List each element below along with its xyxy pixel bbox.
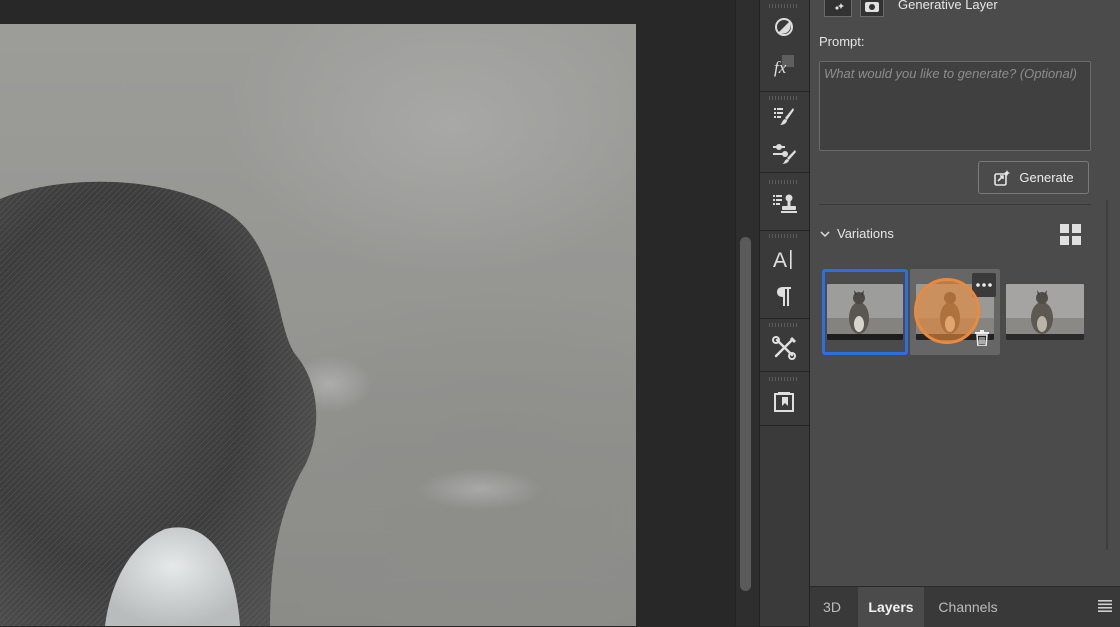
generative-sparkle-icon: [824, 0, 852, 17]
panel-icon-strip: fx A: [759, 0, 810, 626]
character-icon[interactable]: A: [770, 245, 798, 273]
grip-handle[interactable]: [769, 377, 799, 381]
grip-handle[interactable]: [769, 323, 799, 327]
grid-view-icon[interactable]: [1060, 224, 1081, 245]
tab-channels[interactable]: Channels: [926, 587, 1010, 627]
panel-tab-bar: 3D Layers Channels: [810, 586, 1120, 627]
brush-settings-icon[interactable]: [770, 139, 798, 167]
variation-thumbnail-1[interactable]: [822, 269, 908, 355]
clone-source-icon[interactable]: [770, 190, 798, 218]
panel-title: Generative Layer: [898, 0, 998, 12]
animal-photo: [0, 181, 317, 626]
generate-label: Generate: [1019, 170, 1074, 185]
tab-layers[interactable]: Layers: [858, 587, 924, 627]
more-options-icon[interactable]: [972, 273, 996, 297]
tab-3d[interactable]: 3D: [810, 587, 854, 627]
grip-handle[interactable]: [769, 234, 799, 238]
grip-handle[interactable]: [769, 4, 799, 8]
tools-icon[interactable]: [770, 334, 798, 362]
variations-section-toggle[interactable]: Variations: [819, 226, 894, 241]
prompt-field[interactable]: [819, 61, 1091, 151]
pointer-cursor-highlight: [914, 278, 980, 344]
divider: [819, 204, 1091, 205]
adjustment-circle-icon[interactable]: [770, 13, 798, 41]
prompt-label: Prompt:: [819, 34, 865, 49]
fx-styles-icon[interactable]: fx: [770, 51, 798, 79]
properties-icon[interactable]: [770, 388, 798, 416]
grip-handle[interactable]: [769, 96, 799, 100]
generate-icon: [994, 169, 1011, 186]
mask-icon: [860, 0, 884, 17]
variation-thumbnail-2[interactable]: [910, 269, 1000, 355]
generate-button[interactable]: Generate: [978, 161, 1089, 194]
svg-text:A: A: [773, 249, 787, 271]
document-canvas[interactable]: [0, 0, 735, 626]
variation-image: [827, 284, 903, 340]
variation-image: [1006, 284, 1084, 340]
variation-thumbnail-3[interactable]: [1002, 269, 1088, 355]
panel-header: Generative Layer: [824, 0, 998, 17]
panel-scrollbar[interactable]: [1100, 0, 1120, 586]
generative-layer-properties-panel: Generative Layer Prompt: Generate Variat…: [810, 0, 1120, 586]
paragraph-icon[interactable]: [770, 282, 798, 310]
svg-text:fx: fx: [774, 58, 787, 77]
chevron-down-icon: [820, 230, 830, 237]
variations-label: Variations: [837, 226, 894, 241]
hamburger-menu-icon[interactable]: [1098, 600, 1112, 612]
brush-presets-icon[interactable]: [770, 102, 798, 130]
canvas-scrollbar-thumb[interactable]: [740, 237, 751, 591]
grip-handle[interactable]: [769, 180, 799, 184]
prompt-input[interactable]: [820, 62, 1090, 150]
trash-icon[interactable]: [973, 328, 991, 348]
canvas-photo[interactable]: [0, 24, 636, 626]
